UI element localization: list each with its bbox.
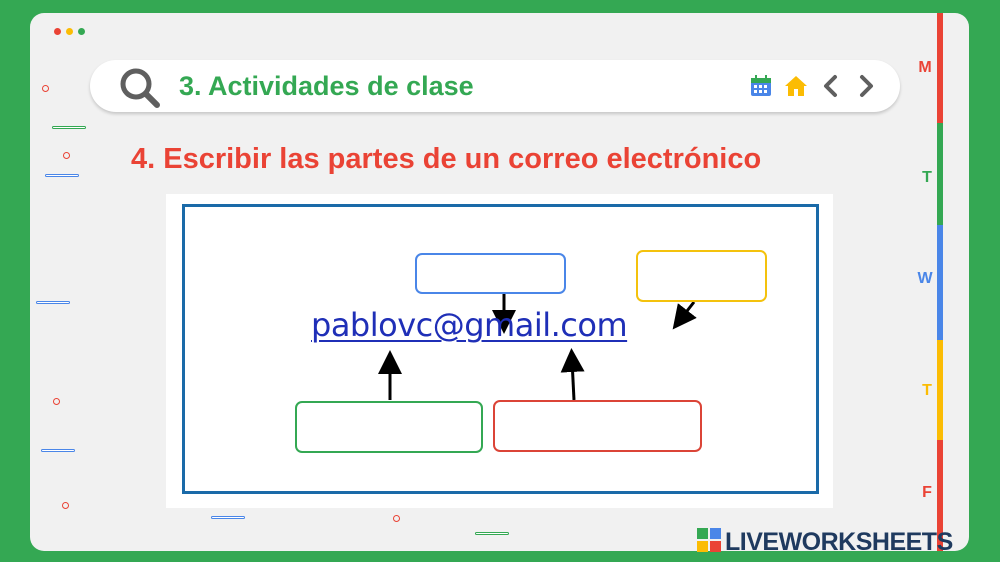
- slide-card: 3. Actividades de clase 4. Escribir las …: [30, 13, 969, 551]
- window-dot-yellow: [66, 28, 73, 35]
- answer-box-blue[interactable]: [415, 253, 566, 294]
- answer-box-green[interactable]: [295, 401, 483, 453]
- diagram-arrows: [378, 284, 697, 401]
- search-bar: 3. Actividades de clase: [90, 60, 900, 112]
- week-tab-wednesday[interactable]: W: [910, 270, 940, 288]
- chevron-right-icon[interactable]: [854, 74, 878, 98]
- brand-logo: LIVEWORKSHEETS: [697, 528, 953, 557]
- window-dots: [54, 28, 85, 35]
- brand-name: LIVEWORKSHEETS: [725, 528, 953, 556]
- brand-logo-icon: [697, 528, 721, 557]
- email-diagram: pablovc@gmail.com: [166, 194, 833, 508]
- deco-circle: [393, 515, 400, 522]
- week-tab-monday[interactable]: M: [910, 59, 940, 77]
- calendar-icon[interactable]: [749, 74, 773, 98]
- answer-box-red[interactable]: [493, 400, 702, 452]
- deco-circle: [63, 152, 70, 159]
- deco-circle: [62, 502, 69, 509]
- deco-circle: [53, 398, 60, 405]
- activity-heading: 4. Escribir las partes de un correo elec…: [131, 143, 762, 175]
- arrow-to-domain: [672, 301, 697, 330]
- arrow-to-server: [560, 348, 585, 401]
- answer-box-yellow[interactable]: [636, 250, 767, 302]
- deco-circle: [42, 85, 49, 92]
- deco-line: [45, 174, 79, 177]
- week-tab-friday[interactable]: F: [912, 484, 942, 502]
- week-tab-tuesday[interactable]: T: [912, 169, 942, 187]
- window-dot-green: [78, 28, 85, 35]
- search-icon[interactable]: [118, 66, 162, 115]
- home-icon[interactable]: [784, 74, 808, 98]
- deco-line: [41, 449, 75, 452]
- chevron-left-icon[interactable]: [819, 74, 843, 98]
- deco-line: [36, 301, 70, 304]
- window-dot-red: [54, 28, 61, 35]
- deco-line: [211, 516, 245, 519]
- section-title: 3. Actividades de clase: [179, 71, 474, 101]
- deco-line: [475, 532, 509, 535]
- deco-line: [52, 126, 86, 129]
- week-tab-thursday[interactable]: T: [912, 382, 942, 400]
- email-address: pablovc@gmail.com: [311, 306, 628, 344]
- toolbar-icons: [749, 74, 878, 98]
